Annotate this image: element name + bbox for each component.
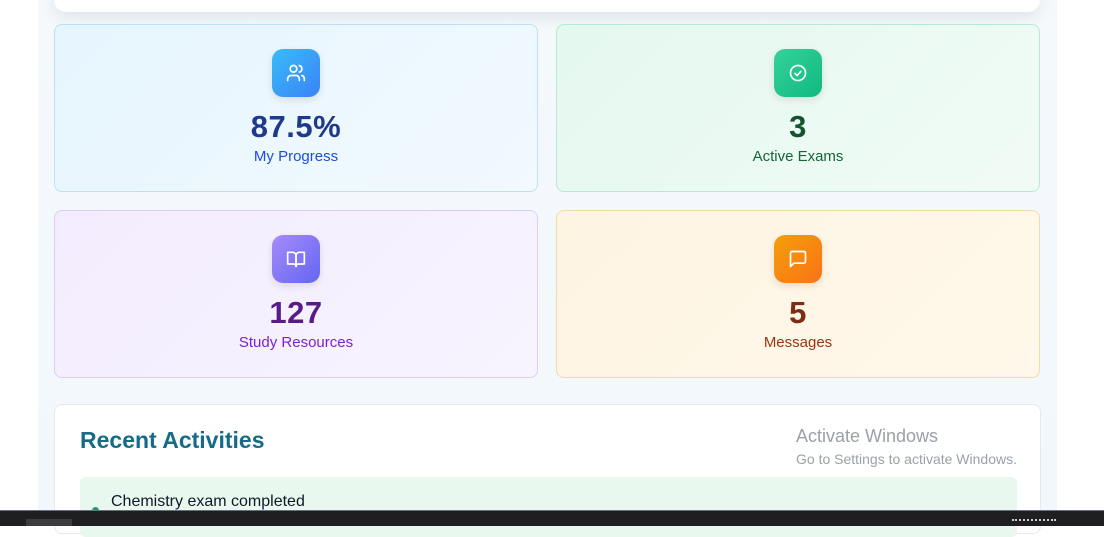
check-circle-icon (774, 49, 822, 97)
watermark-subtitle: Go to Settings to activate Windows. (796, 451, 1017, 467)
message-square-icon (774, 235, 822, 283)
activity-text: Chemistry exam completed (111, 493, 305, 510)
top-card (54, 0, 1040, 12)
clock-icon[interactable] (1012, 519, 1056, 525)
stat-label: Study Resources (238, 334, 354, 351)
stat-value: 5 (789, 295, 807, 330)
stat-label: My Progress (253, 148, 339, 165)
stat-card-study-resources[interactable]: 127 Study Resources (54, 210, 538, 378)
stat-value: 127 (269, 295, 323, 330)
stat-card-progress[interactable]: 87.5% My Progress (54, 24, 538, 192)
activate-windows-watermark: Activate Windows Go to Settings to activ… (796, 426, 1017, 468)
stat-card-messages[interactable]: 5 Messages (556, 210, 1040, 378)
section-title: Recent Activities (80, 427, 265, 453)
users-icon (272, 49, 320, 97)
stat-label: Messages (763, 334, 833, 351)
watermark-title: Activate Windows (796, 426, 939, 446)
taskbar (0, 510, 1104, 526)
stat-card-active-exams[interactable]: 3 Active Exams (556, 24, 1040, 192)
stat-value: 87.5% (250, 109, 342, 144)
stat-value: 3 (789, 109, 807, 144)
stat-label: Active Exams (752, 148, 844, 165)
activity-item[interactable]: Chemistry exam completed (80, 477, 1017, 537)
book-open-icon (272, 235, 320, 283)
